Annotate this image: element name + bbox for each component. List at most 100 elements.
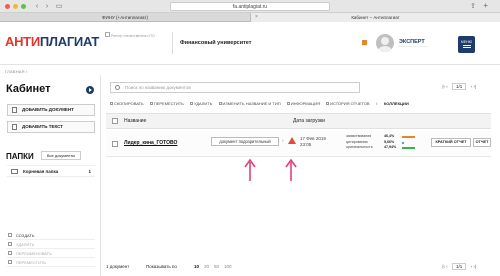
- history-button[interactable]: ИСТОРИЯ ОТЧЕТОВ: [326, 101, 370, 106]
- row-checkbox[interactable]: [112, 141, 118, 147]
- copy-button[interactable]: СКОПИРОВАТЬ: [110, 101, 144, 106]
- delete-label: УДАЛИТЬ: [193, 101, 213, 106]
- page-title: Кабинет: [6, 83, 51, 95]
- originality-value: 47,94%: [384, 145, 397, 149]
- annotation-arrow-icon: [244, 158, 256, 181]
- move-folder-button[interactable]: ПЕРЕМЕСТИТЬ: [7, 258, 95, 267]
- move-icon: [149, 102, 153, 106]
- create-folder-button[interactable]: СОЗДАТЬ: [7, 231, 95, 240]
- copy-label: СКОПИРОВАТЬ: [114, 101, 144, 106]
- pager-bottom: |‹ ‹ 1/1 › ›|: [442, 263, 476, 270]
- menu-button[interactable]: МЕНЮ: [458, 36, 475, 53]
- breadcrumb[interactable]: ГЛАВНАЯ /: [5, 69, 27, 74]
- originality-label: оригинальность: [346, 145, 373, 149]
- annotation-arrow-icon: [285, 158, 297, 181]
- search-placeholder: Поиск по названию документов: [125, 85, 191, 90]
- collections-button[interactable]: КОЛЛЕКЦИИ: [384, 101, 414, 106]
- add-document-button[interactable]: ДОБАВИТЬ ДОКУМЕНТ: [7, 104, 95, 116]
- next-page-icon[interactable]: ›: [471, 264, 473, 269]
- trash-icon: [8, 242, 12, 246]
- play-icon[interactable]: [86, 86, 94, 94]
- minimize-window-icon[interactable]: [13, 4, 18, 9]
- trash-icon: [189, 102, 193, 106]
- user-role[interactable]: ЭКСПЕРТ: [399, 39, 425, 45]
- root-folder[interactable]: Корневая папка 1: [7, 165, 95, 177]
- originality-bar: [402, 147, 416, 149]
- user-role-underline: [398, 46, 428, 47]
- last-page-icon[interactable]: ›|: [473, 264, 476, 269]
- site-header: АНТИПЛАГИАТ Реестр отечественного ПО Фин…: [0, 22, 500, 65]
- originality-stat: оригинальность 47,94%: [346, 145, 416, 151]
- citation-label: цитирования: [346, 139, 368, 144]
- delete-folder-button[interactable]: УДАЛИТЬ: [7, 240, 95, 249]
- forward-arrow-icon[interactable]: ›: [42, 2, 52, 11]
- first-page-icon[interactable]: |‹: [442, 84, 445, 89]
- page-size-option[interactable]: 50: [214, 264, 219, 269]
- tab-kabinet[interactable]: × Кабинет – Антиплагиат: [250, 13, 500, 22]
- report-stats: заимствования 46,4% цитирования 5,66% ориг…: [346, 134, 416, 151]
- move-label: ПЕРЕМЕСТИТЬ: [153, 101, 184, 106]
- tab-finu[interactable]: ФИНУ (+Антиплагиат): [0, 13, 250, 22]
- last-page-icon[interactable]: ›|: [473, 84, 476, 89]
- info-icon: [286, 102, 290, 106]
- column-name-header[interactable]: Название: [124, 118, 146, 124]
- info-label: ИНФОРМАЦИЯ: [290, 101, 320, 106]
- close-window-icon[interactable]: [5, 4, 10, 9]
- action-label: УДАЛИТЬ: [16, 242, 35, 247]
- column-date-header[interactable]: Дата загрузки: [293, 118, 325, 124]
- all-documents-button[interactable]: Все документы: [41, 151, 81, 160]
- new-tab-icon[interactable]: +: [483, 1, 488, 10]
- root-folder-count: 1: [88, 169, 91, 174]
- sidebar: Кабинет ДОБАВИТЬ ДОКУМЕНТ ДОБАВИТЬ ТЕКСТ…: [0, 75, 101, 276]
- delete-button[interactable]: УДАЛИТЬ: [189, 101, 213, 106]
- avatar[interactable]: [376, 34, 394, 52]
- rename-button[interactable]: ИЗМЕНИТЬ НАЗВАНИЕ И ТИП: [218, 101, 281, 106]
- add-text-button[interactable]: ДОБАВИТЬ ТЕКСТ: [7, 121, 95, 133]
- action-label: ПЕРЕИМЕНОВАТЬ: [16, 251, 52, 256]
- document-type-select[interactable]: документ подозрительный: [211, 137, 279, 146]
- borrowing-bar: [402, 136, 415, 138]
- page-select[interactable]: 1/1: [452, 263, 467, 270]
- tab-label: Кабинет – Антиплагиат: [351, 15, 400, 20]
- warning-icon: [288, 137, 296, 144]
- report-button[interactable]: ОТЧЕТ: [473, 138, 491, 147]
- logo[interactable]: АНТИПЛАГИАТ: [5, 34, 99, 49]
- gift-icon[interactable]: [362, 40, 367, 45]
- document-toolbar: СКОПИРОВАТЬ ПЕРЕМЕСТИТЬ УДАЛИТЬ ИЗМЕНИТЬ…: [110, 101, 490, 109]
- back-arrow-icon[interactable]: ‹: [32, 2, 42, 11]
- page-size-option[interactable]: 100: [224, 264, 232, 269]
- sort-icon[interactable]: ↕: [376, 101, 378, 106]
- table-row[interactable]: Лидер_кина_ГОТОВО документ подозрительны…: [106, 131, 491, 157]
- upload-date: 17 Фев 2019 23:05: [300, 136, 326, 148]
- select-all-checkbox[interactable]: [112, 118, 118, 124]
- prev-page-icon[interactable]: ‹: [446, 84, 448, 89]
- page-size-option[interactable]: 10: [194, 264, 199, 269]
- document-count: 1 документ: [106, 264, 130, 269]
- info-button[interactable]: ИНФОРМАЦИЯ: [286, 101, 320, 106]
- borrowing-label: заимствования: [346, 134, 372, 138]
- page-select[interactable]: 1/1: [452, 83, 467, 90]
- search-input[interactable]: Поиск по названию документов: [110, 82, 360, 93]
- maximize-window-icon[interactable]: [21, 4, 26, 9]
- table-header: Название Дата загрузки: [106, 113, 491, 129]
- page-size-option[interactable]: 20: [204, 264, 209, 269]
- logo-part-plagiat: ПЛАГИАТ: [39, 34, 100, 49]
- search-icon: [115, 85, 120, 90]
- prev-page-icon[interactable]: ‹: [446, 264, 448, 269]
- short-report-button[interactable]: КРАТКИЙ ОТЧЕТ: [431, 138, 471, 147]
- next-page-icon[interactable]: ›: [471, 84, 473, 89]
- url-bar[interactable]: fa.antiplagiat.ru: [170, 2, 330, 11]
- upload-date-time: 23:05: [300, 142, 312, 147]
- sidebar-toggle-icon[interactable]: ▭: [54, 2, 64, 11]
- browser-tabs: ФИНУ (+Антиплагиат) × Кабинет – Антиплаг…: [0, 13, 500, 22]
- folder-actions: СОЗДАТЬ УДАЛИТЬ ПЕРЕИМЕНОВАТЬ ПЕРЕМЕСТИТ…: [7, 231, 95, 267]
- document-name-link[interactable]: Лидер_кина_ГОТОВО: [124, 140, 177, 146]
- registry-badge: Реестр отечественного ПО: [105, 32, 167, 54]
- rename-folder-button[interactable]: ПЕРЕИМЕНОВАТЬ: [7, 249, 95, 258]
- first-page-icon[interactable]: |‹: [442, 264, 445, 269]
- plus-icon: [8, 233, 12, 237]
- close-tab-icon[interactable]: ×: [255, 13, 258, 22]
- share-icon[interactable]: ⇪: [470, 2, 476, 10]
- chevron-right-icon[interactable]: ›: [282, 138, 284, 144]
- move-button[interactable]: ПЕРЕМЕСТИТЬ: [149, 101, 184, 106]
